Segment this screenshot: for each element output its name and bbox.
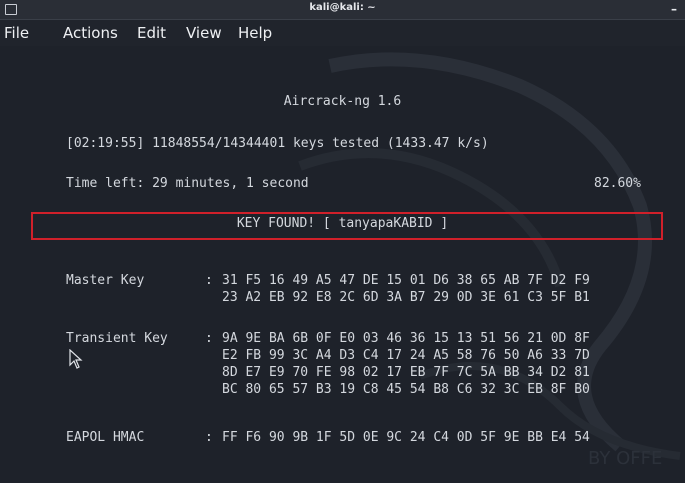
master-key-separator: : [205, 273, 213, 288]
transient-key-row-1: 9A 9E BA 6B 0F E0 03 46 36 15 13 51 56 2… [222, 331, 590, 346]
master-key-row-2: 23 A2 EB 92 E8 2C 6D 3A B7 29 0D 3E 61 C… [222, 290, 590, 305]
transient-key-row-3: 8D E7 E9 70 FE 98 02 17 EB 7F 7C 5A BB 3… [222, 365, 590, 380]
menu-bar: File Actions Edit View Help [0, 20, 685, 46]
transient-key-separator: : [205, 331, 213, 346]
eapol-hmac-label: EAPOL HMAC [66, 430, 145, 445]
menu-file[interactable]: File [4, 24, 29, 42]
menu-actions[interactable]: Actions [63, 24, 118, 42]
watermark-text: BY OFFE [588, 448, 662, 469]
aircrack-header: Aircrack-ng 1.6 [283, 94, 402, 109]
master-key-label: Master Key [66, 273, 145, 288]
menu-edit[interactable]: Edit [137, 24, 166, 42]
terminal-area[interactable]: BY OFFE Aircrack-ng 1.6 [02:19:55] 11848… [0, 46, 685, 483]
key-found-line: KEY FOUND! [ tanyapaKABID ] [236, 216, 449, 231]
transient-key-row-2: E2 FB 99 3C A4 D3 C4 17 24 A5 58 76 50 A… [222, 348, 590, 363]
time-left: Time left: 29 minutes, 1 second [66, 176, 309, 191]
eapol-hmac-separator: : [205, 430, 213, 445]
progress-line: [02:19:55] 11848554/14344401 keys tested… [66, 136, 489, 151]
progress-percent: 82.60% [594, 176, 641, 191]
menu-help[interactable]: Help [238, 24, 272, 42]
transient-key-row-4: BC 80 65 57 B3 19 C8 45 54 B8 C6 32 3C E… [222, 382, 590, 397]
kali-dragon-watermark: BY OFFE [298, 52, 681, 469]
minimize-button[interactable]: – [671, 2, 677, 16]
transient-key-label: Transient Key [66, 331, 168, 346]
mouse-pointer-icon [69, 349, 83, 369]
eapol-hmac-row-1: FF F6 90 9B 1F 5D 0E 9C 24 C4 0D 5F 9E B… [222, 430, 590, 445]
window-title: kali@kali: ~ [309, 2, 376, 13]
master-key-row-1: 31 F5 16 49 A5 47 DE 15 01 D6 38 65 AB 7… [222, 273, 590, 288]
window-titlebar: kali@kali: ~ – [0, 0, 685, 20]
menu-view[interactable]: View [186, 24, 222, 42]
